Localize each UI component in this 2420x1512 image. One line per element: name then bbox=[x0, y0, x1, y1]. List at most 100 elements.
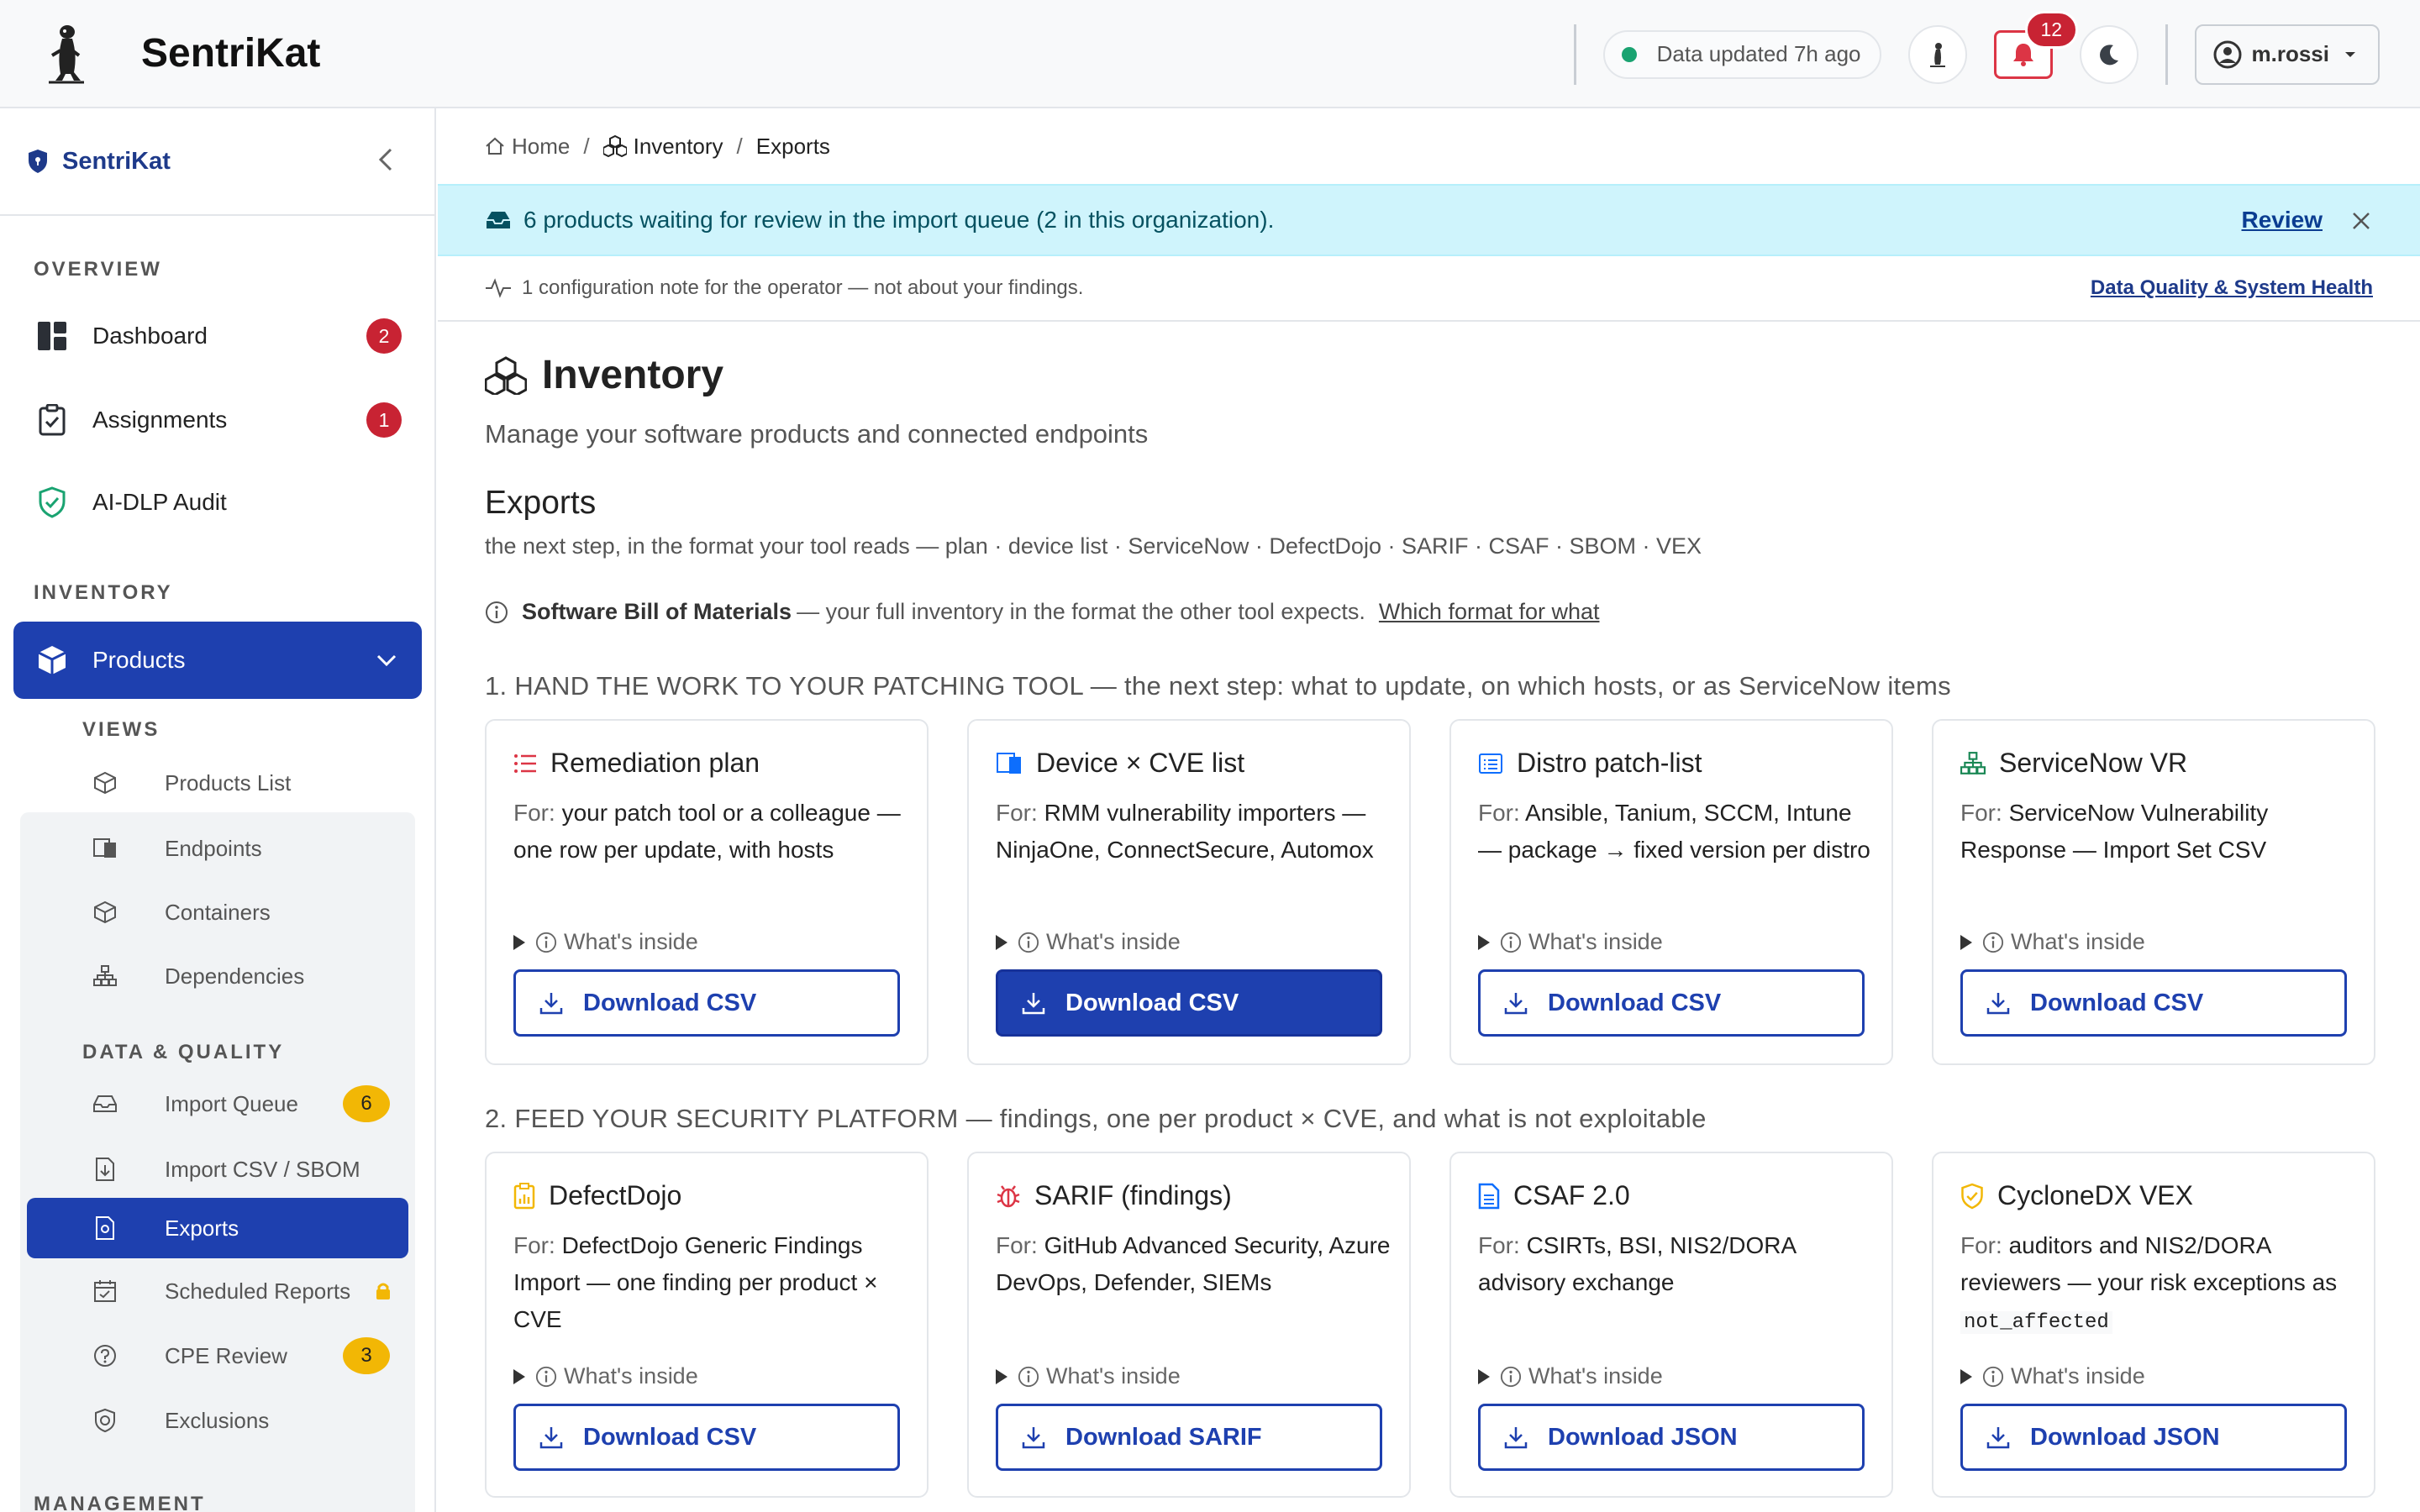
sidebar-subitem-containers[interactable]: Containers bbox=[27, 882, 408, 942]
calendar-icon bbox=[92, 1279, 118, 1303]
download-icon bbox=[539, 993, 563, 1015]
which-format-link[interactable]: Which format for what bbox=[1379, 599, 1600, 625]
download-csv-button[interactable]: Download CSV bbox=[996, 969, 1382, 1037]
export-card-servicenow-vr: ServiceNow VR For: ServiceNow Vulnerabil… bbox=[1932, 719, 2375, 1065]
whats-inside-label: What's inside bbox=[1046, 1363, 1181, 1389]
download-csv-button[interactable]: Download CSV bbox=[1478, 969, 1865, 1037]
download-json-button[interactable]: Download JSON bbox=[1478, 1404, 1865, 1471]
download-icon bbox=[1022, 1427, 1045, 1449]
export-card-defectdojo: DefectDojo For: DefectDojo Generic Findi… bbox=[485, 1152, 929, 1498]
whats-inside-toggle[interactable]: What's inside bbox=[996, 929, 1181, 955]
notifications-button[interactable]: 12 bbox=[1993, 10, 2079, 79]
whats-inside-toggle[interactable]: What's inside bbox=[513, 1363, 698, 1389]
sidebar-subitem-scheduled-reports[interactable]: Scheduled Reports bbox=[27, 1261, 408, 1321]
sidebar-subitem-endpoints[interactable]: Endpoints bbox=[27, 818, 408, 879]
sidebar-subitem-import-queue[interactable]: Import Queue 6 bbox=[27, 1074, 408, 1134]
button-label: Download SARIF bbox=[1065, 1423, 1262, 1451]
bug-icon bbox=[997, 1184, 1020, 1207]
whats-inside-toggle[interactable]: What's inside bbox=[996, 1363, 1181, 1389]
card-for-label: For: bbox=[996, 1232, 1038, 1258]
download-icon bbox=[539, 1427, 563, 1449]
status-dot-icon bbox=[1621, 46, 1637, 62]
sidebar-item-products[interactable]: Products bbox=[13, 622, 422, 699]
data-quality-link[interactable]: Data Quality & System Health bbox=[2091, 276, 2373, 300]
info-icon bbox=[486, 601, 508, 623]
page-title-text: Inventory bbox=[542, 353, 724, 397]
sidebar-subitem-cpe-review[interactable]: CPE Review 3 bbox=[27, 1326, 408, 1386]
sidebar-title: SentriKat bbox=[62, 147, 171, 175]
operator-note-bar: 1 configuration note for the operator — … bbox=[438, 256, 2420, 322]
download-json-button[interactable]: Download JSON bbox=[1960, 1404, 2347, 1471]
card-description: RMM vulnerability importers — NinjaOne, … bbox=[996, 800, 1374, 863]
card-description: CSIRTs, BSI, NIS2/DORA advisory exchange bbox=[1478, 1232, 1796, 1295]
download-csv-button[interactable]: Download CSV bbox=[513, 1404, 900, 1471]
whats-inside-label: What's inside bbox=[2011, 929, 2145, 954]
sbom-bold: Software Bill of Materials bbox=[522, 599, 792, 624]
close-icon[interactable] bbox=[2351, 211, 2371, 231]
alert-text: 6 products waiting for review in the imp… bbox=[523, 207, 1275, 233]
theme-toggle-button[interactable] bbox=[2079, 24, 2139, 84]
file-text-icon bbox=[1478, 1183, 1500, 1209]
sidebar-item-dashboard[interactable]: Dashboard 2 bbox=[13, 297, 422, 375]
shield-icon bbox=[29, 150, 47, 173]
download-sarif-button[interactable]: Download SARIF bbox=[996, 1404, 1382, 1471]
sidebar-subitem-import-csv-sbom[interactable]: Import CSV / SBOM bbox=[27, 1139, 408, 1200]
assignments-count-badge: 1 bbox=[366, 402, 402, 438]
triangle-right-icon bbox=[1960, 934, 1972, 950]
whats-inside-toggle[interactable]: What's inside bbox=[1478, 929, 1663, 955]
sidebar-item-ai-dlp-audit[interactable]: AI-DLP Audit bbox=[13, 464, 422, 541]
exports-formats-text: the next step, in the format your tool r… bbox=[485, 533, 1702, 559]
download-icon bbox=[1986, 993, 2010, 1015]
export-card-csaf: CSAF 2.0 For: CSIRTs, BSI, NIS2/DORA adv… bbox=[1449, 1152, 1893, 1498]
brand[interactable]: SentriKat bbox=[45, 22, 320, 86]
card-title: CycloneDX VEX bbox=[1997, 1180, 2193, 1210]
breadcrumb-separator: / bbox=[736, 133, 743, 159]
whats-inside-toggle[interactable]: What's inside bbox=[1960, 1363, 2145, 1389]
shield-check-icon bbox=[1961, 1183, 1983, 1209]
sidebar-item-assignments[interactable]: Assignments 1 bbox=[13, 381, 422, 459]
chevron-down-icon bbox=[376, 654, 397, 666]
triangle-right-icon bbox=[1478, 1368, 1490, 1384]
box-icon bbox=[92, 900, 118, 924]
download-csv-button[interactable]: Download CSV bbox=[1960, 969, 2347, 1037]
sidebar-subitem-products-list[interactable]: Products List bbox=[27, 753, 408, 813]
subitem-label: Endpoints bbox=[165, 835, 262, 861]
card-description: your patch tool or a colleague — one row… bbox=[513, 800, 901, 863]
download-csv-button[interactable]: Download CSV bbox=[513, 969, 900, 1037]
breadcrumb-home[interactable]: Home bbox=[485, 134, 570, 160]
inbox-icon bbox=[487, 212, 510, 228]
subitem-label: Containers bbox=[165, 899, 271, 925]
card-for-label: For: bbox=[513, 800, 555, 826]
brand-name: SentriKat bbox=[141, 31, 321, 76]
collapse-chevron-left-icon[interactable] bbox=[377, 147, 394, 172]
review-link[interactable]: Review bbox=[2242, 207, 2323, 234]
whats-inside-label: What's inside bbox=[2011, 1363, 2145, 1389]
subitem-label: Import Queue bbox=[165, 1090, 298, 1116]
whats-inside-toggle[interactable]: What's inside bbox=[513, 929, 698, 955]
card-title: Device × CVE list bbox=[1036, 748, 1245, 778]
shield-check-icon bbox=[34, 486, 71, 518]
sidebar-subitem-exports[interactable]: Exports bbox=[27, 1198, 408, 1258]
whats-inside-toggle[interactable]: What's inside bbox=[1960, 929, 2145, 955]
shield-slash-icon bbox=[92, 1408, 118, 1433]
button-label: Download CSV bbox=[1065, 989, 1239, 1016]
meerkat-icon bbox=[1929, 42, 1945, 67]
button-label: Download CSV bbox=[2030, 989, 2204, 1016]
sidebar-subitem-exclusions[interactable]: Exclusions bbox=[27, 1390, 408, 1451]
export-card-cyclonedx-vex: CycloneDX VEX For: auditors and NIS2/DOR… bbox=[1932, 1152, 2375, 1498]
user-menu-button[interactable]: m.rossi bbox=[2194, 24, 2380, 85]
meerkat-mode-button[interactable] bbox=[1907, 24, 1967, 84]
page-title: Inventory bbox=[485, 352, 723, 398]
subitem-label: Import CSV / SBOM bbox=[165, 1156, 360, 1182]
question-icon bbox=[92, 1344, 118, 1368]
file-import-icon bbox=[92, 1157, 118, 1182]
data-status-pill[interactable]: Data updated 7h ago bbox=[1602, 29, 1881, 79]
card-description: auditors and NIS2/DORA reviewers — your … bbox=[1960, 1232, 2338, 1295]
sidebar-item-label: Dashboard bbox=[92, 323, 208, 349]
whats-inside-toggle[interactable]: What's inside bbox=[1478, 1363, 1663, 1389]
sidebar-subitem-dependencies[interactable]: Dependencies bbox=[27, 946, 408, 1006]
info-icon bbox=[1500, 1366, 1522, 1387]
breadcrumb-inventory[interactable]: Inventory bbox=[602, 134, 723, 160]
notifications-count-badge: 12 bbox=[2024, 10, 2079, 49]
triangle-right-icon bbox=[513, 1368, 525, 1384]
